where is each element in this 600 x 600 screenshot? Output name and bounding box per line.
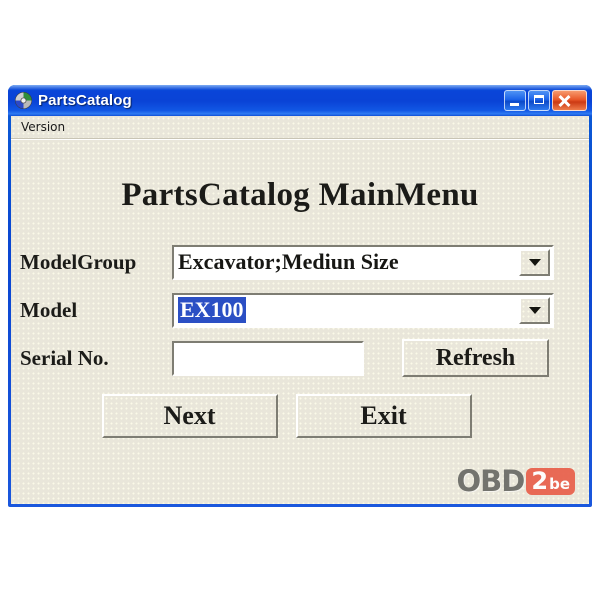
form-area: ModelGroup Excavator;Mediun Size Model E…: [11, 244, 589, 438]
title-bar: PartsCatalog: [8, 85, 592, 116]
watermark-text: OBD: [456, 464, 526, 498]
serial-no-label: Serial No.: [20, 345, 109, 370]
modelgroup-combobox[interactable]: Excavator;Mediun Size: [172, 244, 554, 280]
application-window: PartsCatalog Version PartsCatalog MainMe…: [8, 85, 592, 507]
window-controls: [504, 90, 592, 111]
model-value: EX100: [178, 297, 246, 323]
watermark-badge-number: 2: [531, 466, 549, 495]
form-row-serial: Serial No. Refresh: [20, 339, 549, 377]
bottom-button-bar: Next Exit: [20, 394, 549, 438]
page-title: PartsCatalog MainMenu: [121, 177, 479, 213]
modelgroup-dropdown-button[interactable]: [519, 248, 550, 276]
modelgroup-value: Excavator;Mediun Size: [178, 249, 399, 274]
serial-no-input[interactable]: [172, 340, 364, 376]
watermark-badge: 2 be: [526, 466, 575, 495]
model-dropdown-button[interactable]: [519, 296, 550, 324]
close-button[interactable]: [552, 90, 587, 111]
watermark-badge-suffix: be: [549, 474, 570, 493]
menu-item-version[interactable]: Version: [11, 118, 73, 136]
refresh-button[interactable]: Refresh: [402, 339, 549, 377]
maximize-icon: [534, 95, 544, 104]
minimize-icon: [510, 103, 519, 106]
next-button[interactable]: Next: [101, 394, 278, 438]
exit-button[interactable]: Exit: [295, 394, 472, 438]
watermark-logo: OBD 2 be: [457, 464, 575, 498]
model-label: Model: [20, 297, 78, 322]
chevron-down-icon: [528, 306, 541, 314]
model-combobox[interactable]: EX100: [172, 292, 554, 328]
window-title: PartsCatalog: [38, 92, 132, 109]
client-area: Version PartsCatalog MainMenu ModelGroup…: [11, 116, 589, 504]
chevron-down-icon: [528, 258, 541, 266]
cd-disc-icon: [15, 92, 32, 109]
minimize-button[interactable]: [504, 90, 526, 111]
maximize-button[interactable]: [528, 90, 550, 111]
form-row-modelgroup: ModelGroup Excavator;Mediun Size: [20, 244, 554, 280]
menu-bar: Version: [11, 116, 589, 139]
modelgroup-label: ModelGroup: [20, 249, 137, 274]
form-row-model: Model EX100: [20, 292, 554, 328]
model-value-wrapper: EX100: [174, 295, 519, 326]
